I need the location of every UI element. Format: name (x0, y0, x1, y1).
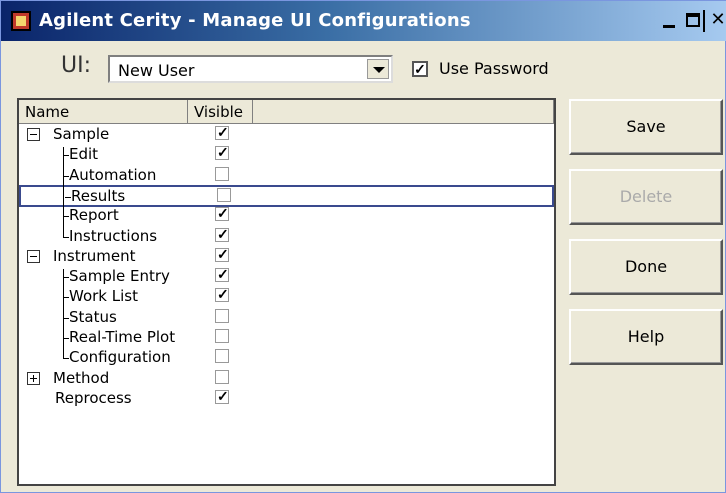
expand-plus-icon[interactable] (27, 371, 40, 385)
visible-checkbox[interactable] (215, 369, 229, 384)
visible-checkbox[interactable]: ✓ (215, 144, 229, 161)
tree-row-label: Automation (69, 165, 157, 184)
expander-hbar (30, 134, 37, 135)
tree-row[interactable]: Reprocess ✓ (19, 387, 554, 409)
titlebar-separator (703, 10, 705, 32)
save-button[interactable]: Save (569, 99, 723, 155)
close-icon: ✕ (710, 9, 726, 30)
tree-row[interactable]: Status (19, 308, 554, 328)
checkmark-icon: ✓ (217, 266, 229, 283)
visible-checkbox[interactable] (215, 308, 229, 323)
checkmark-icon: ✓ (217, 225, 229, 242)
column-header-filler (253, 100, 554, 124)
visible-checkbox[interactable] (217, 187, 231, 202)
window-title: Agilent Cerity - Manage UI Configuration… (39, 10, 471, 31)
tree-row[interactable]: Work List ✓ (19, 286, 554, 307)
tree-row[interactable]: Report ✓ (19, 205, 554, 226)
tree-row-label: Edit (69, 145, 99, 164)
tree-row[interactable]: Real-Time Plot (19, 328, 554, 348)
visible-checkbox[interactable]: ✓ (215, 205, 229, 222)
column-header-visible[interactable]: Visible (188, 100, 253, 124)
tree-row[interactable]: Method (19, 369, 554, 389)
ui-select-value: New User (118, 61, 195, 80)
checkmark-icon: ✓ (217, 387, 229, 404)
visible-checkbox[interactable]: ✓ (215, 266, 229, 283)
tree-branch-line (63, 269, 64, 360)
use-password-label: Use Password (439, 59, 549, 78)
tree-row[interactable]: Edit ✓ (19, 144, 554, 165)
tree-row-label: Sample (53, 125, 110, 143)
close-button[interactable]: ✕ (707, 10, 726, 32)
ui-label: UI: (61, 53, 92, 78)
tree-row[interactable]: Instrument ✓ (19, 245, 554, 267)
visible-checkbox[interactable]: ✓ (215, 286, 229, 303)
tree-row[interactable]: Automation (19, 166, 554, 186)
ui-select-dropdown[interactable]: New User (108, 55, 393, 83)
dropdown-arrow-icon[interactable] (367, 59, 389, 79)
checkmark-icon: ✓ (217, 144, 229, 161)
column-header-name[interactable]: Name (19, 100, 188, 124)
help-button[interactable]: Help (569, 309, 723, 365)
tree-row-label: Report (69, 206, 119, 225)
visible-checkbox[interactable] (215, 329, 229, 343)
visible-checkbox[interactable]: ✓ (215, 387, 229, 404)
expander-hbar (30, 255, 37, 257)
tree-row-label: Real-Time Plot (69, 328, 176, 346)
tree-row-label: Instructions (69, 226, 158, 245)
expander-vbar (33, 374, 34, 382)
app-icon (11, 11, 31, 31)
tree-branch-line (63, 147, 64, 238)
checkmark-icon: ✓ (217, 286, 229, 303)
checkmark-icon: ✓ (217, 124, 229, 140)
minimize-button[interactable] (659, 10, 681, 32)
title-bar[interactable]: Agilent Cerity - Manage UI Configuration… (1, 1, 726, 41)
ui-configuration-tree[interactable]: Name Visible Sample ✓ Edit ✓ Automation Resul… (17, 98, 556, 486)
tree-row[interactable]: Sample ✓ (19, 124, 554, 145)
checkmark-icon: ✓ (217, 245, 229, 262)
tree-row-label: Sample Entry (69, 267, 170, 286)
tree-row-label: Method (53, 368, 110, 387)
collapse-minus-icon[interactable] (27, 249, 40, 263)
visible-checkbox[interactable]: ✓ (215, 225, 229, 242)
visible-checkbox[interactable] (215, 349, 229, 364)
tree-row-label: Results (71, 186, 126, 205)
done-button[interactable]: Done (569, 239, 723, 295)
visible-checkbox[interactable] (215, 166, 229, 181)
manage-ui-configurations-window: Agilent Cerity - Manage UI Configuration… (0, 0, 726, 493)
tree-row-label: Reprocess (55, 388, 132, 407)
visible-checkbox[interactable]: ✓ (215, 245, 229, 262)
tree-row[interactable]: Instructions ✓ (19, 225, 554, 247)
delete-button[interactable]: Delete (569, 169, 723, 225)
checkmark-icon: ✓ (217, 205, 229, 222)
collapse-minus-icon[interactable] (27, 128, 40, 141)
tree-row[interactable]: Configuration (19, 348, 554, 368)
tree-row[interactable]: Results (19, 184, 554, 207)
tree-row-label: Instrument (53, 246, 136, 265)
tree-row-label: Work List (69, 287, 138, 306)
tree-row-label: Configuration (69, 348, 171, 367)
tree-row-label: Status (69, 307, 117, 326)
maximize-button[interactable] (683, 10, 705, 32)
use-password-checkbox[interactable]: ✓ (412, 61, 428, 77)
visible-checkbox[interactable]: ✓ (215, 124, 229, 140)
tree-row[interactable]: Sample Entry ✓ (19, 266, 554, 287)
